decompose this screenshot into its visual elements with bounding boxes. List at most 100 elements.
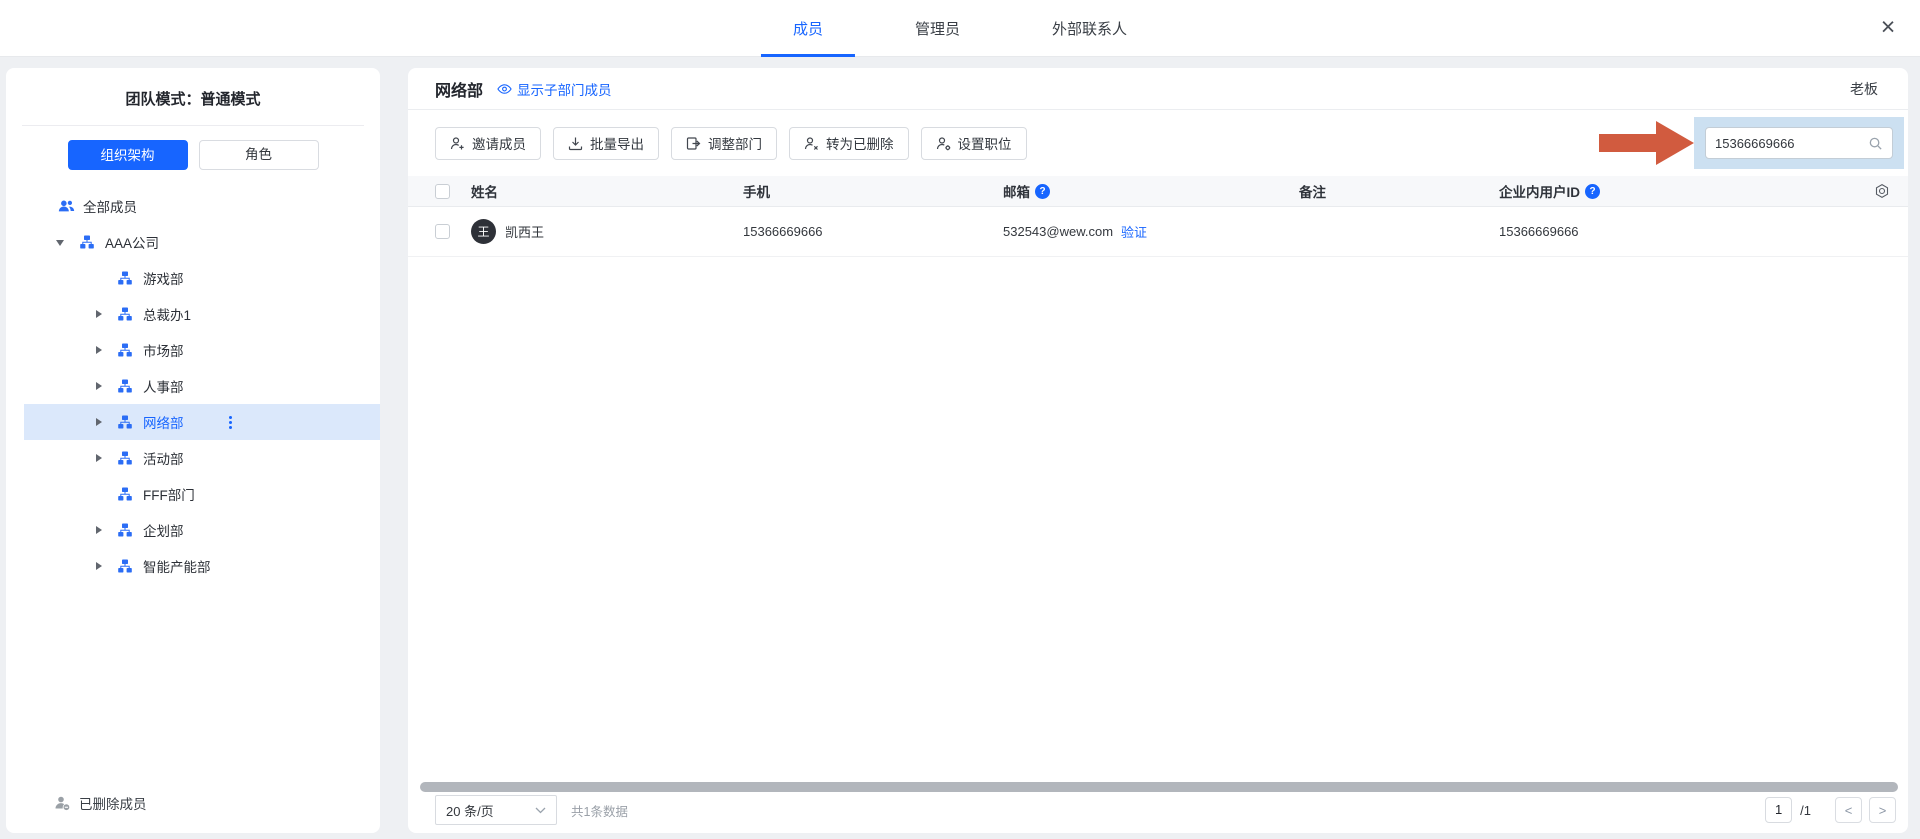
tree-item-company[interactable]: AAA公司 xyxy=(6,224,380,260)
horizontal-scrollbar[interactable] xyxy=(420,782,1898,792)
tree-item-label: 智能产能部 xyxy=(143,556,211,576)
page-size-value: 20 条/页 xyxy=(446,801,494,820)
department-tree: 全部成员 AAA公司 游戏部 总裁办1 xyxy=(6,188,380,584)
show-sub-members-label: 显示子部门成员 xyxy=(517,79,612,99)
set-position-button[interactable]: 设置职位 xyxy=(921,127,1027,160)
caret-placeholder xyxy=(94,273,104,283)
tree-item-dept[interactable]: 人事部 xyxy=(6,368,380,404)
table-row[interactable]: 王 凯西王 15366669666 532543@wew.com 验证 1536… xyxy=(408,207,1908,257)
row-checkbox[interactable] xyxy=(435,224,450,239)
select-all-checkbox[interactable] xyxy=(435,184,450,199)
adjust-department-button[interactable]: 调整部门 xyxy=(671,127,777,160)
caret-right-icon[interactable] xyxy=(94,381,104,391)
tree-item-dept[interactable]: 总裁办1 xyxy=(6,296,380,332)
person-x-icon xyxy=(804,136,819,151)
caret-right-icon[interactable] xyxy=(94,561,104,571)
department-icon xyxy=(118,522,135,539)
page-size-select[interactable]: 20 条/页 xyxy=(435,795,557,825)
batch-export-label: 批量导出 xyxy=(590,133,644,153)
column-header-email: 邮箱 xyxy=(1003,181,1030,201)
tree-item-label: FFF部门 xyxy=(143,484,195,504)
department-icon xyxy=(118,306,135,323)
invite-member-label: 邀请成员 xyxy=(472,133,526,153)
column-header-remark: 备注 xyxy=(1299,181,1499,201)
pagination-bar: 20 条/页 共1条数据 1 /1 < > xyxy=(435,795,1896,825)
member-search-box[interactable] xyxy=(1705,127,1893,159)
eye-icon xyxy=(497,83,512,95)
tree-item-label: 企划部 xyxy=(143,520,184,540)
roles-button[interactable]: 角色 xyxy=(199,140,319,170)
user-id-help-icon[interactable]: ? xyxy=(1585,184,1600,199)
member-search-input[interactable] xyxy=(1715,136,1868,151)
tab-members[interactable]: 成员 xyxy=(761,0,855,57)
tree-item-label: 总裁办1 xyxy=(143,304,191,324)
show-sub-members-link[interactable]: 显示子部门成员 xyxy=(497,79,612,99)
more-options-icon[interactable] xyxy=(226,413,235,432)
caret-down-icon[interactable] xyxy=(56,237,66,247)
next-page-button[interactable]: > xyxy=(1869,797,1896,823)
move-department-icon xyxy=(686,136,701,151)
caret-placeholder xyxy=(94,489,104,499)
annotation-arrow-icon xyxy=(1599,121,1694,165)
top-bar: 成员 管理员 外部联系人 × xyxy=(0,0,1920,57)
verify-email-link[interactable]: 验证 xyxy=(1121,222,1147,241)
person-add-icon xyxy=(450,136,465,151)
email-help-icon[interactable]: ? xyxy=(1035,184,1050,199)
department-title: 网络部 xyxy=(435,77,483,101)
tree-item-label: 全部成员 xyxy=(83,196,137,216)
tree-item-dept[interactable]: FFF部门 xyxy=(6,476,380,512)
tab-members-label: 成员 xyxy=(793,18,823,39)
org-structure-button[interactable]: 组织架构 xyxy=(68,140,188,170)
column-settings-icon[interactable] xyxy=(1854,183,1890,199)
caret-right-icon[interactable] xyxy=(94,309,104,319)
tree-item-dept[interactable]: 企划部 xyxy=(6,512,380,548)
caret-right-icon[interactable] xyxy=(94,417,104,427)
invite-member-button[interactable]: 邀请成员 xyxy=(435,127,541,160)
deleted-members-link[interactable]: 已删除成员 xyxy=(6,785,380,821)
search-highlight-overlay xyxy=(1694,117,1904,169)
department-icon xyxy=(118,450,135,467)
person-setting-icon xyxy=(936,136,951,151)
member-phone: 15366669666 xyxy=(743,224,1003,239)
chevron-down-icon xyxy=(535,807,546,814)
caret-right-icon[interactable] xyxy=(94,525,104,535)
member-toolbar: 邀请成员 批量导出 调整部门 转为已删除 xyxy=(435,127,1027,160)
current-page-input[interactable]: 1 xyxy=(1765,797,1792,823)
prev-page-button[interactable]: < xyxy=(1835,797,1862,823)
tree-item-dept[interactable]: 市场部 xyxy=(6,332,380,368)
close-icon[interactable]: × xyxy=(1872,12,1904,44)
department-icon xyxy=(118,342,135,359)
move-to-deleted-label: 转为已删除 xyxy=(826,133,894,153)
avatar: 王 xyxy=(471,219,496,244)
move-to-deleted-button[interactable]: 转为已删除 xyxy=(789,127,909,160)
person-remove-icon xyxy=(54,795,70,811)
members-group-icon xyxy=(58,198,75,215)
batch-export-button[interactable]: 批量导出 xyxy=(553,127,659,160)
tab-admins-label: 管理员 xyxy=(915,18,960,39)
total-pages-label: /1 xyxy=(1800,803,1811,818)
member-name: 凯西王 xyxy=(505,222,544,241)
owner-role-label: 老板 xyxy=(1850,79,1878,99)
tree-item-label: AAA公司 xyxy=(105,232,159,252)
caret-right-icon[interactable] xyxy=(94,453,104,463)
tab-group: 成员 管理员 外部联系人 xyxy=(761,0,1159,57)
tab-external-contacts[interactable]: 外部联系人 xyxy=(1020,0,1159,57)
sidebar-divider xyxy=(22,125,364,126)
tree-item-dept-selected[interactable]: 网络部 xyxy=(24,404,380,440)
caret-right-icon[interactable] xyxy=(94,345,104,355)
search-icon[interactable] xyxy=(1868,136,1883,151)
team-mode-title: 团队模式：普通模式 xyxy=(6,68,380,125)
member-user-id: 15366669666 xyxy=(1499,224,1829,239)
column-header-name: 姓名 xyxy=(471,181,743,201)
tree-item-dept[interactable]: 智能产能部 xyxy=(6,548,380,584)
tab-external-contacts-label: 外部联系人 xyxy=(1052,18,1127,39)
tree-item-dept[interactable]: 活动部 xyxy=(6,440,380,476)
tree-item-dept[interactable]: 游戏部 xyxy=(6,260,380,296)
column-header-phone: 手机 xyxy=(743,181,1003,201)
column-header-user-id: 企业内用户ID xyxy=(1499,181,1580,201)
deleted-members-label: 已删除成员 xyxy=(79,793,147,813)
total-count-label: 共1条数据 xyxy=(571,801,628,820)
set-position-label: 设置职位 xyxy=(958,133,1012,153)
tree-item-all-members[interactable]: 全部成员 xyxy=(6,188,380,224)
tab-admins[interactable]: 管理员 xyxy=(883,0,992,57)
